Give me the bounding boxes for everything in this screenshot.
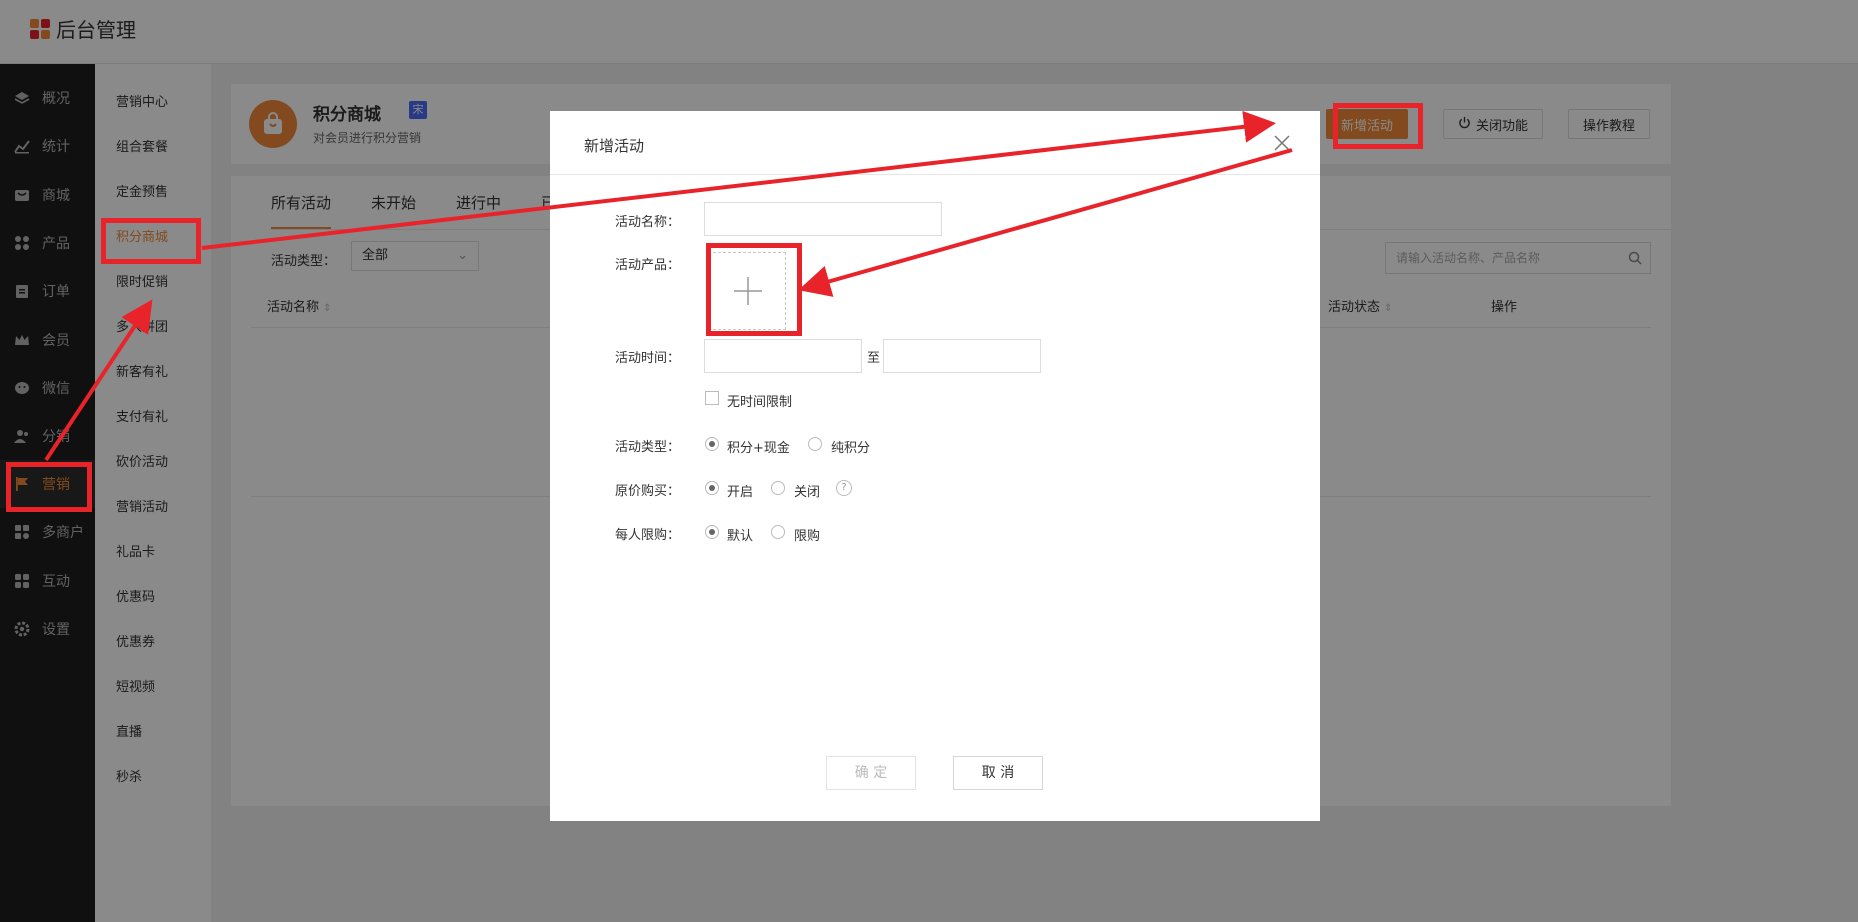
arrow-to-points-mall (44, 299, 153, 462)
annotation-arrows (44, 110, 1293, 462)
arrow-to-add-activity (201, 110, 1276, 250)
